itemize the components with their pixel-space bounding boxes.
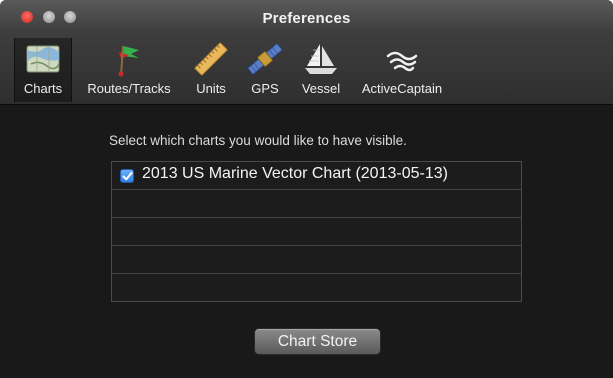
list-item: [112, 190, 521, 218]
chart-name: 2013 US Marine Vector Chart (2013-05-13): [142, 165, 448, 182]
flag-icon: [118, 45, 139, 77]
tab-gps[interactable]: GPS: [240, 38, 290, 102]
list-item: [112, 246, 521, 274]
preferences-toolbar: Charts Routes/Tracks Units GPS Vessel Ac…: [0, 38, 613, 102]
tab-vessel-label: Vessel: [301, 81, 341, 96]
chart-store-button[interactable]: Chart Store: [254, 328, 381, 355]
tab-units-label: Units: [196, 81, 226, 96]
chart-map-icon: [26, 45, 60, 73]
tab-routes-tracks-label: Routes/Tracks: [87, 81, 171, 96]
ruler-icon: [194, 42, 228, 76]
tab-activecaptain-label: ActiveCaptain: [361, 81, 443, 96]
charts-pane: Select which charts you would like to ha…: [0, 106, 613, 378]
satellite-icon: [247, 43, 283, 75]
checkmark-icon: [122, 172, 133, 181]
list-item: [112, 274, 521, 302]
list-item[interactable]: 2013 US Marine Vector Chart (2013-05-13): [112, 162, 521, 190]
tab-routes-tracks[interactable]: Routes/Tracks: [76, 38, 182, 102]
sailboat-icon: [305, 44, 337, 74]
tab-charts[interactable]: Charts: [14, 38, 72, 102]
preferences-window: Preferences Charts Routes/Tracks Units G…: [0, 0, 613, 378]
instruction-text: Select which charts you would like to ha…: [109, 133, 407, 148]
list-item: [112, 218, 521, 246]
tab-activecaptain[interactable]: ActiveCaptain: [352, 38, 452, 102]
tab-charts-label: Charts: [23, 81, 63, 96]
tab-vessel[interactable]: Vessel: [294, 38, 348, 102]
window-title: Preferences: [262, 10, 351, 27]
tab-gps-label: GPS: [251, 81, 279, 96]
chart-list[interactable]: 2013 US Marine Vector Chart (2013-05-13): [111, 161, 522, 302]
chart-visible-checkbox[interactable]: [120, 169, 134, 183]
tab-units[interactable]: Units: [186, 38, 236, 102]
waves-icon: [386, 51, 418, 72]
window-titlebar: Preferences Charts Routes/Tracks Units G…: [0, 0, 613, 105]
